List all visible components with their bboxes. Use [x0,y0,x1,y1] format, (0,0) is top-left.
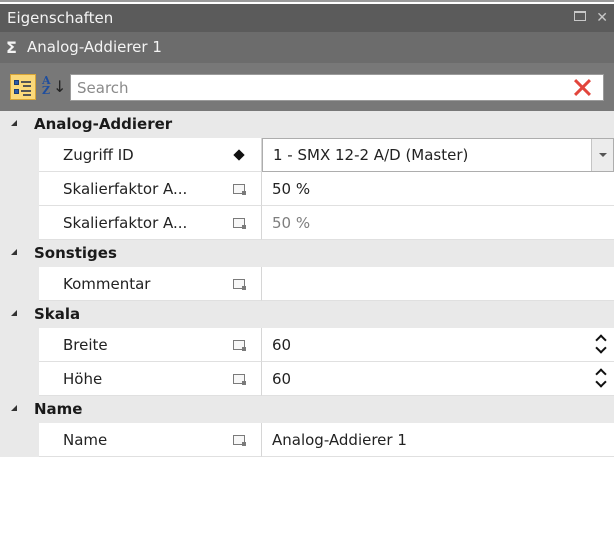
search-box[interactable] [70,74,604,101]
chevron-down-icon[interactable] [591,139,613,171]
sigma-icon: Σ [6,38,17,57]
hoehe-value[interactable]: 60 [262,362,614,396]
collapse-triangle-icon[interactable] [11,310,17,316]
category-label: Name [34,400,83,418]
property-name: Skalierfaktor A... [39,172,216,206]
local-value-icon [232,339,246,351]
property-row-name: Name Analog-Addierer 1 [0,423,614,457]
property-marker [216,328,262,362]
selected-object-name: Analog-Addierer 1 [27,38,162,56]
maximize-icon[interactable] [573,11,586,21]
property-marker [216,172,262,206]
collapse-triangle-icon[interactable] [11,120,17,126]
category-label: Analog-Addierer [34,115,173,133]
local-value-icon [232,217,246,229]
breite-value[interactable]: 60 [262,328,614,362]
diamond-icon [232,148,245,161]
zugriff-id-dropdown[interactable]: 1 - SMX 12-2 A/D (Master) [262,138,614,172]
property-name: Skalierfaktor A... [39,206,216,240]
local-value-icon [232,373,246,385]
properties-toolbar: A Z ↓ [0,63,614,111]
local-value-icon [232,434,246,446]
panel-title: Eigenschaften [7,9,114,27]
panel-titlebar: Eigenschaften ✕ [0,4,614,32]
local-value-icon [232,278,246,290]
property-row-hoehe: Höhe 60 [0,362,614,396]
category-label: Skala [34,305,81,323]
dropdown-value: 1 - SMX 12-2 A/D (Master) [273,146,469,164]
category-name[interactable]: Name [0,396,614,423]
sort-az-icon: A Z ↓ [42,74,67,97]
category-sonstiges[interactable]: Sonstiges [0,240,614,267]
selected-object-bar: Σ Analog-Addierer 1 [0,32,614,63]
property-name: Breite [39,328,216,362]
spinner-arrows-icon[interactable] [596,336,606,354]
category-skala[interactable]: Skala [0,301,614,328]
property-row-skalierfaktor-a1: Skalierfaktor A... 50 % [0,172,614,206]
property-marker [216,138,262,172]
alphabetical-sort-button[interactable]: A Z ↓ [39,74,67,100]
property-row-skalierfaktor-a2: Skalierfaktor A... 50 % [0,206,614,240]
category-label: Sonstiges [34,244,117,262]
property-name: Kommentar [39,267,216,301]
skalierfaktor-a1-value[interactable]: 50 % [262,172,614,206]
property-row-zugriff-id: Zugriff ID 1 - SMX 12-2 A/D (Master) [0,138,614,172]
collapse-triangle-icon[interactable] [11,249,17,255]
property-row-kommentar: Kommentar [0,267,614,301]
search-input[interactable] [77,75,557,100]
spinner-arrows-icon[interactable] [596,370,606,388]
close-icon[interactable]: ✕ [596,10,608,26]
kommentar-value[interactable] [262,267,614,301]
property-marker [216,206,262,240]
local-value-icon [232,183,246,195]
property-marker [216,362,262,396]
property-row-breite: Breite 60 [0,328,614,362]
hoehe-value-text: 60 [272,370,292,388]
properties-panel: Eigenschaften ✕ Σ Analog-Addierer 1 A Z ↓ [0,0,614,555]
property-name: Höhe [39,362,216,396]
window-controls: ✕ [568,4,608,32]
property-grid: Analog-Addierer Zugriff ID 1 - SMX 12-2 … [0,111,614,457]
property-marker [216,423,262,457]
property-name: Zugriff ID [39,138,216,172]
category-analog-addierer[interactable]: Analog-Addierer [0,111,614,138]
property-marker [216,267,262,301]
breite-value-text: 60 [272,336,292,354]
categorized-view-button[interactable] [10,74,36,100]
property-name: Name [39,423,216,457]
collapse-triangle-icon[interactable] [11,405,17,411]
categorized-view-icon [14,79,32,96]
clear-search-icon[interactable] [571,76,593,98]
skalierfaktor-a2-value[interactable]: 50 % [262,206,614,240]
name-value[interactable]: Analog-Addierer 1 [262,423,614,457]
